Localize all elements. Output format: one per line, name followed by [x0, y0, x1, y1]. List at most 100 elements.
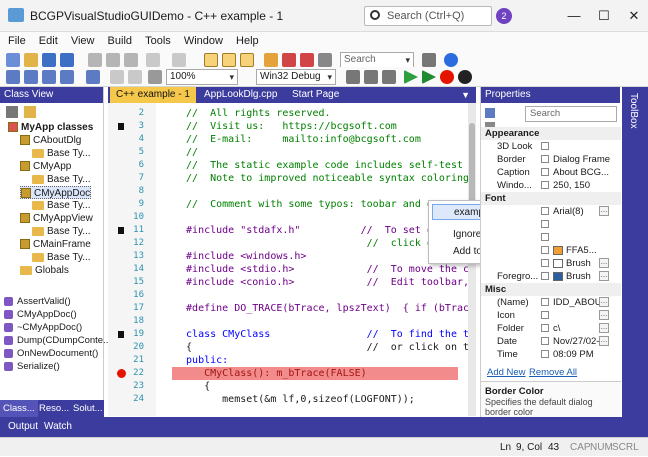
property-value[interactable]: Nov/27/02-	[553, 335, 599, 348]
prev-bookmark-icon[interactable]	[24, 70, 38, 84]
property-row[interactable]: Brush…	[481, 257, 621, 270]
start-debug-icon[interactable]	[422, 70, 436, 84]
property-checkbox[interactable]	[541, 181, 549, 189]
code-line[interactable]: class CMyClass // To find the tex	[174, 328, 476, 341]
layout-icon[interactable]	[204, 53, 218, 67]
menu-tools[interactable]: Tools	[145, 32, 171, 50]
maximize-button[interactable]: ☐	[594, 6, 614, 26]
code-line[interactable]: // E-mail: mailto:info@bcgsoft.com	[174, 133, 421, 146]
new-folder-icon[interactable]	[24, 106, 36, 118]
code-line[interactable]: // The static example code includes self…	[174, 159, 463, 172]
quick-launch-search[interactable]: Search (Ctrl+Q)	[364, 6, 492, 26]
code-line[interactable]: //	[174, 146, 198, 159]
property-row[interactable]	[481, 218, 621, 231]
tree-node[interactable]: CMyApp	[20, 160, 71, 173]
tab-cpp-example[interactable]: C++ example - 1	[110, 87, 196, 103]
code-line[interactable]: // All rights reserved.	[174, 107, 331, 120]
property-checkbox[interactable]	[541, 324, 549, 332]
add-new-link[interactable]: Add New	[487, 367, 526, 378]
next-bookmark-icon[interactable]	[42, 70, 56, 84]
menu-edit[interactable]: Edit	[39, 32, 58, 50]
property-row[interactable]: Folder c\…	[481, 322, 621, 335]
options-icon[interactable]	[318, 53, 332, 67]
save-icon[interactable]	[42, 53, 56, 67]
property-checkbox[interactable]	[541, 311, 549, 319]
tree-node[interactable]: Base Ty...	[32, 251, 91, 264]
browse-button[interactable]: …	[599, 206, 609, 216]
property-checkbox[interactable]	[541, 220, 549, 228]
layout-3-icon[interactable]	[240, 53, 254, 67]
property-checkbox[interactable]	[541, 298, 549, 306]
property-value[interactable]: Dialog Frame	[553, 153, 610, 166]
properties-search[interactable]: Search	[525, 106, 617, 122]
help-icon[interactable]	[444, 53, 458, 67]
property-row[interactable]: Foregro... Brush…	[481, 270, 621, 283]
tab-solution-explorer[interactable]: Solut...	[70, 400, 106, 417]
tree-node[interactable]: Base Ty...	[32, 225, 91, 238]
property-row[interactable]: Date Nov/27/02-…	[481, 335, 621, 348]
tab-watch[interactable]: Watch	[44, 417, 72, 437]
browse-button[interactable]: …	[599, 297, 609, 307]
binoculars-icon[interactable]	[148, 70, 162, 84]
zoom-combo[interactable]: 100%	[166, 69, 238, 85]
code-line[interactable]: // Visit us: https://bcgsoft.com	[174, 120, 397, 133]
property-value[interactable]: Brush	[566, 271, 591, 282]
menu-help[interactable]: Help	[236, 32, 259, 50]
code-line[interactable]: #include <windows.h>	[174, 250, 306, 263]
property-category[interactable]: Appearance	[481, 127, 621, 140]
tree-node[interactable]: CMainFrame	[20, 238, 91, 251]
property-checkbox[interactable]	[541, 337, 549, 345]
code-line[interactable]: #define DO_TRACE(bTrace, lpszText) { if …	[174, 302, 469, 315]
remove-all-link[interactable]: Remove All	[529, 367, 577, 378]
code-line[interactable]: CMyClass(): m_bTrace(FALSE)	[174, 367, 367, 380]
browse-button[interactable]: …	[599, 336, 609, 346]
tab-output[interactable]: Output	[8, 417, 38, 437]
tabs-dropdown-icon[interactable]: ▼	[461, 87, 470, 103]
tree-node[interactable]: CAboutDlg	[20, 134, 81, 147]
browse-button[interactable]: …	[599, 323, 609, 333]
property-value[interactable]: Arial(8)	[553, 205, 584, 218]
find-combo[interactable]: Search	[340, 52, 414, 68]
property-checkbox[interactable]	[541, 168, 549, 176]
property-checkbox[interactable]	[541, 155, 549, 163]
code-line[interactable]: memset(&m lf,0,sizeof(LOGFONT));	[174, 393, 415, 406]
property-category[interactable]: Font	[481, 192, 621, 205]
property-row[interactable]	[481, 231, 621, 244]
redo-icon[interactable]	[172, 53, 186, 67]
tree-node[interactable]: Base Ty...	[32, 199, 91, 212]
build-icon[interactable]	[364, 70, 378, 84]
tab-class-view[interactable]: Class...	[0, 400, 38, 417]
tree-node[interactable]: Globals	[20, 264, 69, 277]
tree-node[interactable]: Base Ty...	[32, 147, 91, 160]
class-view-settings-icon[interactable]	[6, 106, 18, 118]
tab-start-page[interactable]: Start Page	[286, 87, 345, 103]
configuration-combo[interactable]: Win32 Debug	[256, 69, 336, 85]
print-icon[interactable]	[422, 53, 436, 67]
open-icon[interactable]	[24, 53, 38, 67]
tree-node[interactable]: Base Ty...	[32, 173, 91, 186]
member-item[interactable]: OnNewDocument()	[4, 348, 98, 360]
property-row[interactable]: Border Dialog Frame	[481, 153, 621, 166]
property-checkbox[interactable]	[541, 259, 549, 267]
notification-badge[interactable]: 2	[496, 8, 512, 24]
property-checkbox[interactable]	[541, 246, 549, 254]
property-checkbox[interactable]	[541, 350, 549, 358]
indent-icon[interactable]	[110, 70, 124, 84]
toolbox-label[interactable]: ToolBox	[628, 93, 639, 129]
property-checkbox[interactable]	[541, 207, 549, 215]
outdent-icon[interactable]	[128, 70, 142, 84]
copy-icon[interactable]	[106, 53, 120, 67]
code-line[interactable]: #include <conio.h> // Edit toolbar, N	[174, 276, 476, 289]
tab-applookdlg[interactable]: AppLookDlg.cpp	[198, 87, 283, 103]
tree-node[interactable]: CMyAppDoc	[20, 186, 92, 199]
paste-icon[interactable]	[124, 53, 138, 67]
member-item[interactable]: Dump(CDumpConte...	[4, 335, 111, 347]
property-row[interactable]: Icon…	[481, 309, 621, 322]
start-without-debug-icon[interactable]	[404, 70, 418, 84]
property-row[interactable]: Windo... 250, 150	[481, 179, 621, 192]
browse-button[interactable]: …	[599, 310, 609, 320]
menu-window[interactable]: Window	[184, 32, 223, 50]
breakpoint-icon[interactable]	[440, 70, 454, 84]
debug-options-icon[interactable]	[458, 70, 472, 84]
property-row[interactable]: Arial(8) …	[481, 205, 621, 218]
